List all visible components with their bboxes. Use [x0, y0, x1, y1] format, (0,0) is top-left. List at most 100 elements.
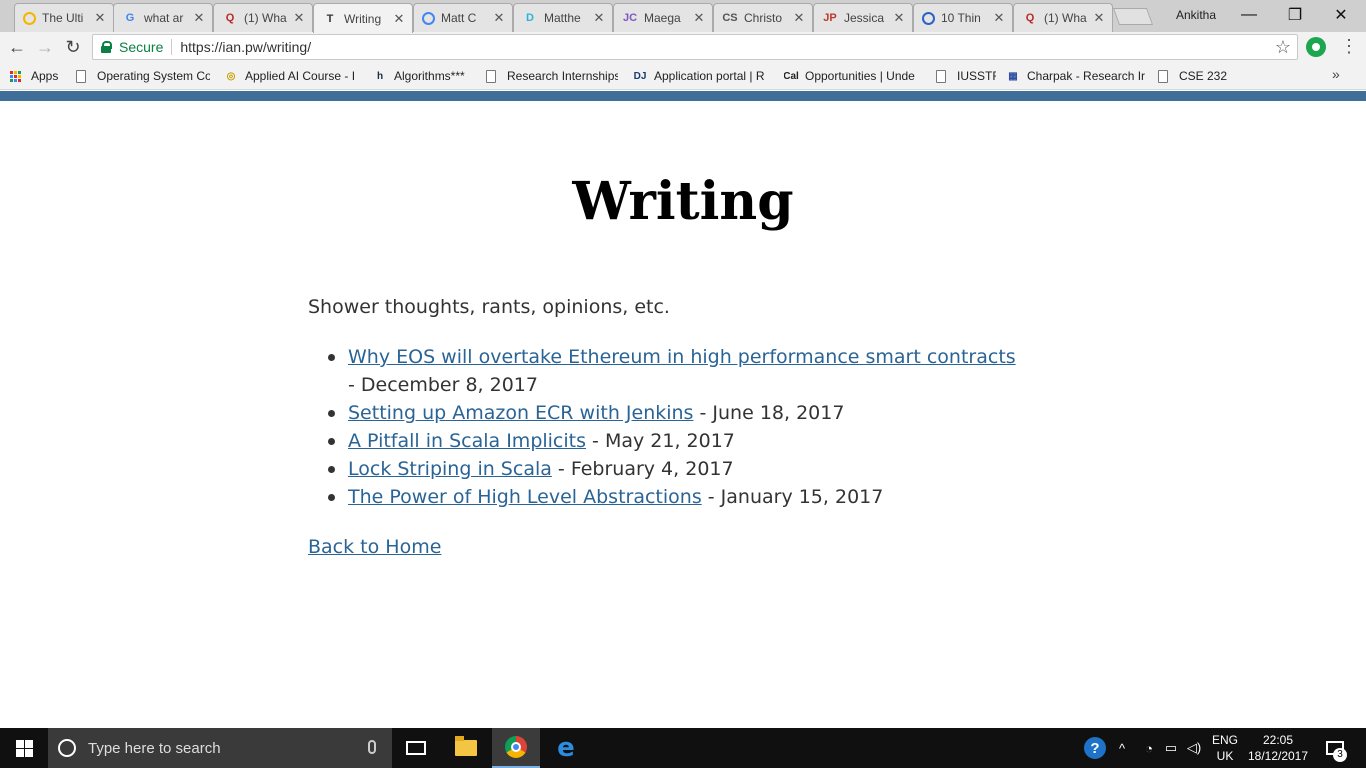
- bookmark-item[interactable]: IUSSTF: [936, 68, 996, 84]
- bookmarks-overflow-icon[interactable]: »: [1332, 66, 1340, 82]
- browser-tab[interactable]: D Matthe ✕: [513, 3, 613, 32]
- close-tab-icon[interactable]: ✕: [1092, 10, 1106, 26]
- windows-logo-icon: [15, 739, 33, 757]
- close-tab-icon[interactable]: ✕: [392, 11, 406, 27]
- browser-tab[interactable]: Matt C ✕: [413, 3, 513, 32]
- chrome-icon: [505, 736, 527, 758]
- close-tab-icon[interactable]: ✕: [892, 10, 906, 26]
- url-text[interactable]: https://ian.pw/writing/: [180, 39, 311, 55]
- charpak-icon: ▦: [1008, 70, 1018, 82]
- post-list: Why EOS will overtake Ethereum in high p…: [308, 343, 1028, 511]
- close-tab-icon[interactable]: ✕: [192, 10, 206, 26]
- bookmark-item[interactable]: Research Internships: [486, 68, 618, 84]
- file-explorer-button[interactable]: [442, 728, 490, 768]
- loading-icon: [422, 11, 435, 25]
- browser-tab[interactable]: 10 Thin ✕: [913, 3, 1013, 32]
- system-clock[interactable]: 22:05 18/12/2017: [1244, 728, 1312, 768]
- bookmark-item[interactable]: Operating System Co: [76, 68, 210, 84]
- chrome-taskbar-button[interactable]: [492, 728, 540, 768]
- microphone-icon[interactable]: [368, 740, 376, 754]
- bookmark-label: Algorithms***: [394, 69, 465, 83]
- close-tab-icon[interactable]: ✕: [592, 10, 606, 26]
- action-center-button[interactable]: [1320, 728, 1350, 768]
- browser-tab[interactable]: T Writing ✕: [313, 3, 413, 33]
- bookmark-item[interactable]: DJ Application portal | R: [633, 68, 771, 84]
- browser-tab[interactable]: Q (1) Wha ✕: [1013, 3, 1113, 32]
- forward-button[interactable]: →: [34, 36, 56, 58]
- bookmark-item[interactable]: ◎ Applied AI Course - I: [224, 68, 360, 84]
- browser-tab[interactable]: CS Christo ✕: [713, 3, 813, 32]
- battery-icon[interactable]: ▭: [1160, 728, 1182, 768]
- browser-tab[interactable]: The Ulti ✕: [14, 3, 114, 32]
- volume-icon[interactable]: ◁): [1182, 728, 1206, 768]
- browser-tab[interactable]: Gwhat ar ✕: [113, 3, 213, 32]
- help-tray-button[interactable]: ?: [1082, 728, 1108, 768]
- tab-title: Maega: [644, 11, 681, 25]
- tab-title: Writing: [344, 11, 382, 26]
- bookmark-item[interactable]: h Algorithms***: [373, 68, 473, 84]
- address-bar[interactable]: Secure https://ian.pw/writing/ ☆: [92, 34, 1298, 60]
- browser-menu-icon[interactable]: ⋮: [1340, 37, 1358, 57]
- d-icon: D: [526, 12, 534, 24]
- tab-title: what ar: [144, 11, 184, 25]
- post-link[interactable]: Why EOS will overtake Ethereum in high p…: [348, 346, 1016, 368]
- post-link[interactable]: A Pitfall in Scala Implicits: [348, 430, 586, 452]
- bookmark-label: Research Internships: [507, 69, 618, 83]
- close-tab-icon[interactable]: ✕: [792, 10, 806, 26]
- bookmark-label: CSE 232: [1179, 69, 1228, 83]
- extension-icon[interactable]: [1306, 37, 1326, 57]
- browser-tab[interactable]: JP Jessica ✕: [813, 3, 913, 32]
- post-list-item: Setting up Amazon ECR with Jenkins - Jun…: [308, 399, 1028, 427]
- secure-label[interactable]: Secure: [119, 39, 163, 55]
- show-hidden-icons-button[interactable]: ^: [1112, 728, 1132, 768]
- bookmark-item[interactable]: Apps: [10, 68, 70, 84]
- taskbar-search[interactable]: Type here to search: [48, 728, 392, 768]
- close-tab-icon[interactable]: ✕: [292, 10, 306, 26]
- web-page: Writing Shower thoughts, rants, opinions…: [0, 101, 1366, 728]
- folder-icon: [455, 736, 477, 756]
- post-link[interactable]: The Power of High Level Abstractions: [348, 486, 702, 508]
- slides-icon: [23, 11, 36, 25]
- task-view-icon: [406, 741, 426, 755]
- h-icon: h: [376, 70, 384, 82]
- start-button[interactable]: [0, 728, 48, 768]
- close-window-button[interactable]: ✕: [1318, 0, 1364, 30]
- site-accent-bar: [0, 91, 1366, 101]
- close-tab-icon[interactable]: ✕: [692, 10, 706, 26]
- post-link[interactable]: Setting up Amazon ECR with Jenkins: [348, 402, 693, 424]
- reload-button[interactable]: ↻: [62, 36, 84, 58]
- new-tab-button[interactable]: [1112, 8, 1154, 25]
- jc-icon: JC: [622, 12, 638, 24]
- notification-badge: 3: [1333, 748, 1347, 762]
- edge-taskbar-button[interactable]: e: [542, 728, 590, 768]
- bookmark-item[interactable]: ▦ Charpak - Research Ir: [1006, 68, 1146, 84]
- task-view-button[interactable]: [392, 728, 440, 768]
- back-to-home-link[interactable]: Back to Home: [308, 533, 441, 561]
- lock-icon: [101, 41, 112, 53]
- bookmark-item[interactable]: CSE 232: [1158, 68, 1228, 84]
- back-button[interactable]: ←: [6, 36, 28, 58]
- close-tab-icon[interactable]: ✕: [992, 10, 1006, 26]
- quora-icon: Q: [225, 12, 235, 24]
- post-date: - February 4, 2017: [551, 458, 734, 480]
- help-icon: ?: [1084, 737, 1106, 759]
- bookmark-label: Charpak - Research Ir: [1027, 69, 1146, 83]
- browser-tab[interactable]: JC Maega ✕: [613, 3, 713, 32]
- restore-button[interactable]: ❐: [1272, 0, 1318, 30]
- wifi-icon[interactable]: ◔: [1138, 728, 1160, 768]
- clock-time: 22:05: [1262, 733, 1294, 747]
- browser-tab[interactable]: Q (1) Wha ✕: [213, 3, 313, 32]
- post-list-item: Why EOS will overtake Ethereum in high p…: [308, 343, 1028, 399]
- close-tab-icon[interactable]: ✕: [492, 10, 506, 26]
- page-content: Shower thoughts, rants, opinions, etc. W…: [308, 293, 1028, 561]
- omnibox-divider: [171, 39, 173, 55]
- minimize-button[interactable]: —: [1226, 0, 1272, 30]
- intro-text: Shower thoughts, rants, opinions, etc.: [308, 296, 670, 318]
- language-indicator[interactable]: ENG UK: [1208, 728, 1242, 768]
- post-link[interactable]: Lock Striping in Scala: [348, 458, 552, 480]
- post-date: - December 8, 2017: [348, 374, 538, 396]
- close-tab-icon[interactable]: ✕: [93, 10, 107, 26]
- bookmark-item[interactable]: Cal Opportunities | Unde: [784, 68, 920, 84]
- bookmark-star-icon[interactable]: ☆: [1275, 37, 1291, 58]
- profile-name[interactable]: Ankitha: [1176, 8, 1216, 22]
